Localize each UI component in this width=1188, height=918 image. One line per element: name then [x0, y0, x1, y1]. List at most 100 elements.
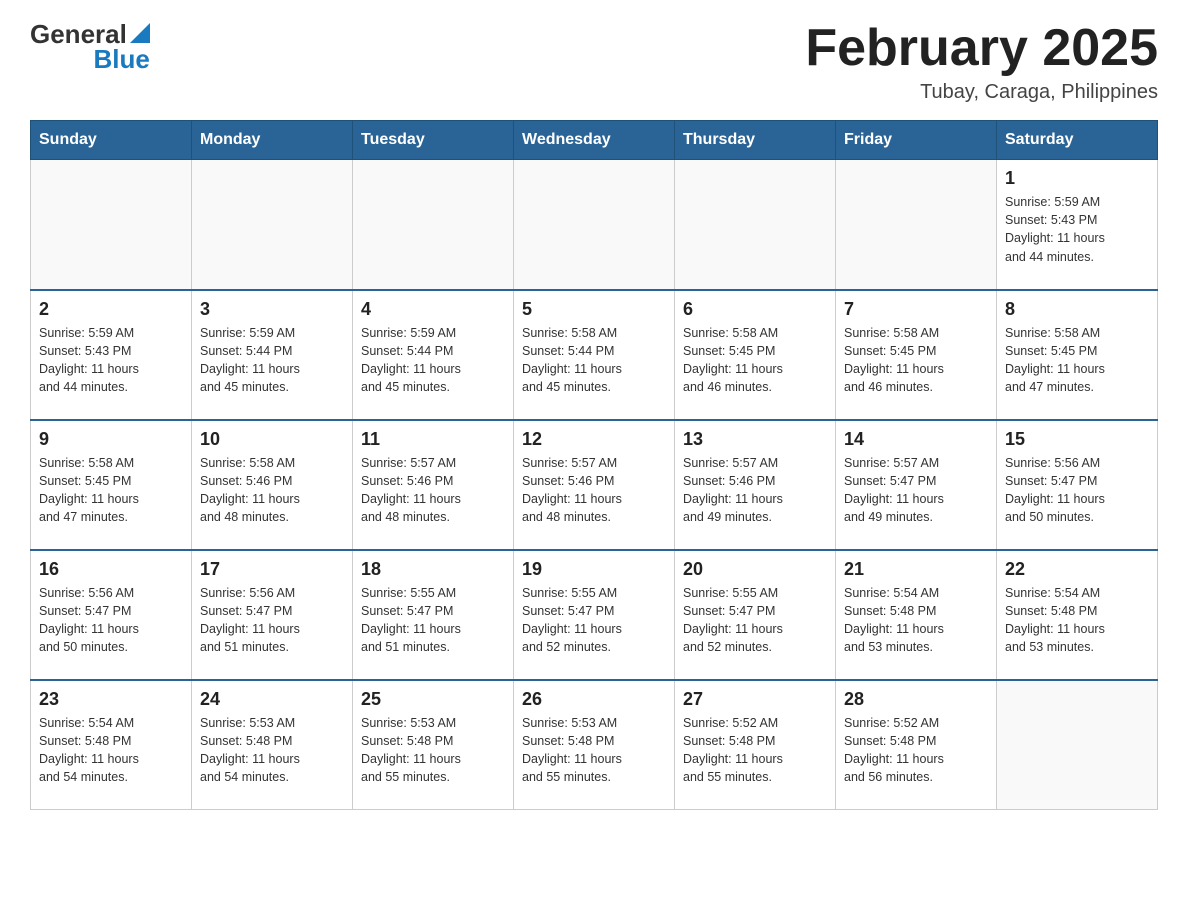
day-number: 15 [1005, 429, 1149, 450]
day-number: 7 [844, 299, 988, 320]
calendar-cell [997, 680, 1158, 810]
calendar-cell [192, 160, 353, 290]
header-saturday: Saturday [997, 121, 1158, 160]
day-info: Sunrise: 5:53 AMSunset: 5:48 PMDaylight:… [361, 714, 505, 787]
day-number: 1 [1005, 168, 1149, 189]
day-number: 16 [39, 559, 183, 580]
calendar-cell: 22 Sunrise: 5:54 AMSunset: 5:48 PMDayligh… [997, 550, 1158, 680]
page-header: General Blue February 2025 Tubay, Caraga… [30, 20, 1158, 104]
day-info: Sunrise: 5:52 AMSunset: 5:48 PMDaylight:… [683, 714, 827, 787]
day-number: 22 [1005, 559, 1149, 580]
calendar-cell: 5 Sunrise: 5:58 AMSunset: 5:44 PMDaylight… [514, 290, 675, 420]
day-number: 4 [361, 299, 505, 320]
day-number: 20 [683, 559, 827, 580]
day-info: Sunrise: 5:55 AMSunset: 5:47 PMDaylight:… [361, 584, 505, 657]
logo-triangle-icon [130, 23, 150, 43]
calendar-cell: 8 Sunrise: 5:58 AMSunset: 5:45 PMDaylight… [997, 290, 1158, 420]
day-number: 23 [39, 689, 183, 710]
calendar-cell: 15 Sunrise: 5:56 AMSunset: 5:47 PMDayligh… [997, 420, 1158, 550]
calendar-cell: 4 Sunrise: 5:59 AMSunset: 5:44 PMDaylight… [353, 290, 514, 420]
day-number: 14 [844, 429, 988, 450]
day-number: 24 [200, 689, 344, 710]
calendar-cell: 6 Sunrise: 5:58 AMSunset: 5:45 PMDaylight… [675, 290, 836, 420]
day-info: Sunrise: 5:59 AMSunset: 5:44 PMDaylight:… [361, 324, 505, 397]
day-number: 21 [844, 559, 988, 580]
calendar-cell: 28 Sunrise: 5:52 AMSunset: 5:48 PMDayligh… [836, 680, 997, 810]
day-info: Sunrise: 5:56 AMSunset: 5:47 PMDaylight:… [200, 584, 344, 657]
logo-blue-text: Blue [93, 45, 149, 74]
calendar-cell [514, 160, 675, 290]
day-info: Sunrise: 5:59 AMSunset: 5:44 PMDaylight:… [200, 324, 344, 397]
day-info: Sunrise: 5:53 AMSunset: 5:48 PMDaylight:… [522, 714, 666, 787]
header-friday: Friday [836, 121, 997, 160]
day-info: Sunrise: 5:56 AMSunset: 5:47 PMDaylight:… [1005, 454, 1149, 527]
day-number: 8 [1005, 299, 1149, 320]
day-number: 10 [200, 429, 344, 450]
calendar-cell: 17Sunrise: 5:56 AMSunset: 5:47 PMDayligh… [192, 550, 353, 680]
day-number: 5 [522, 299, 666, 320]
day-info: Sunrise: 5:56 AMSunset: 5:47 PMDaylight:… [39, 584, 183, 657]
day-info: Sunrise: 5:59 AMSunset: 5:43 PMDaylight:… [39, 324, 183, 397]
header-tuesday: Tuesday [353, 121, 514, 160]
day-info: Sunrise: 5:59 AMSunset: 5:43 PMDaylight:… [1005, 193, 1149, 266]
day-info: Sunrise: 5:57 AMSunset: 5:46 PMDaylight:… [361, 454, 505, 527]
calendar-cell: 13 Sunrise: 5:57 AMSunset: 5:46 PMDayligh… [675, 420, 836, 550]
day-number: 28 [844, 689, 988, 710]
calendar-cell: 14 Sunrise: 5:57 AMSunset: 5:47 PMDayligh… [836, 420, 997, 550]
calendar-cell: 19Sunrise: 5:55 AMSunset: 5:47 PMDayligh… [514, 550, 675, 680]
day-info: Sunrise: 5:58 AMSunset: 5:45 PMDaylight:… [844, 324, 988, 397]
day-info: Sunrise: 5:54 AMSunset: 5:48 PMDaylight:… [844, 584, 988, 657]
day-info: Sunrise: 5:57 AMSunset: 5:47 PMDaylight:… [844, 454, 988, 527]
day-info: Sunrise: 5:52 AMSunset: 5:48 PMDaylight:… [844, 714, 988, 787]
day-info: Sunrise: 5:57 AMSunset: 5:46 PMDaylight:… [683, 454, 827, 527]
day-number: 27 [683, 689, 827, 710]
calendar-cell [836, 160, 997, 290]
calendar-cell [353, 160, 514, 290]
day-info: Sunrise: 5:58 AMSunset: 5:45 PMDaylight:… [683, 324, 827, 397]
calendar-cell: 20 Sunrise: 5:55 AMSunset: 5:47 PMDayligh… [675, 550, 836, 680]
calendar-week-4: 16 Sunrise: 5:56 AMSunset: 5:47 PMDayligh… [31, 550, 1158, 680]
day-number: 26 [522, 689, 666, 710]
calendar-cell: 11 Sunrise: 5:57 AMSunset: 5:46 PMDayligh… [353, 420, 514, 550]
calendar-table: SundayMondayTuesdayWednesdayThursdayFrid… [30, 120, 1158, 810]
day-number: 12 [522, 429, 666, 450]
calendar-subtitle: Tubay, Caraga, Philippines [805, 81, 1158, 104]
calendar-cell: 24Sunrise: 5:53 AMSunset: 5:48 PMDayligh… [192, 680, 353, 810]
calendar-cell: 3 Sunrise: 5:59 AMSunset: 5:44 PMDaylight… [192, 290, 353, 420]
day-info: Sunrise: 5:54 AMSunset: 5:48 PMDaylight:… [1005, 584, 1149, 657]
calendar-cell: 16 Sunrise: 5:56 AMSunset: 5:47 PMDayligh… [31, 550, 192, 680]
calendar-cell: 12 Sunrise: 5:57 AMSunset: 5:46 PMDayligh… [514, 420, 675, 550]
calendar-cell: 21 Sunrise: 5:54 AMSunset: 5:48 PMDayligh… [836, 550, 997, 680]
day-number: 25 [361, 689, 505, 710]
day-info: Sunrise: 5:54 AMSunset: 5:48 PMDaylight:… [39, 714, 183, 787]
day-info: Sunrise: 5:55 AMSunset: 5:47 PMDaylight:… [683, 584, 827, 657]
day-info: Sunrise: 5:58 AMSunset: 5:45 PMDaylight:… [1005, 324, 1149, 397]
calendar-week-1: 1 Sunrise: 5:59 AMSunset: 5:43 PMDaylight… [31, 160, 1158, 290]
calendar-cell: 1 Sunrise: 5:59 AMSunset: 5:43 PMDaylight… [997, 160, 1158, 290]
day-number: 3 [200, 299, 344, 320]
day-info: Sunrise: 5:55 AMSunset: 5:47 PMDaylight:… [522, 584, 666, 657]
calendar-cell: 18 Sunrise: 5:55 AMSunset: 5:47 PMDayligh… [353, 550, 514, 680]
day-number: 11 [361, 429, 505, 450]
logo: General Blue [30, 20, 150, 73]
day-number: 6 [683, 299, 827, 320]
day-info: Sunrise: 5:57 AMSunset: 5:46 PMDaylight:… [522, 454, 666, 527]
day-number: 13 [683, 429, 827, 450]
header-thursday: Thursday [675, 121, 836, 160]
calendar-cell: 27 Sunrise: 5:52 AMSunset: 5:48 PMDayligh… [675, 680, 836, 810]
calendar-cell: 7 Sunrise: 5:58 AMSunset: 5:45 PMDaylight… [836, 290, 997, 420]
calendar-cell: 10Sunrise: 5:58 AMSunset: 5:46 PMDayligh… [192, 420, 353, 550]
day-info: Sunrise: 5:58 AMSunset: 5:44 PMDaylight:… [522, 324, 666, 397]
calendar-cell: 9Sunrise: 5:58 AMSunset: 5:45 PMDaylight… [31, 420, 192, 550]
calendar-cell [675, 160, 836, 290]
calendar-week-3: 9Sunrise: 5:58 AMSunset: 5:45 PMDaylight… [31, 420, 1158, 550]
calendar-cell [31, 160, 192, 290]
day-number: 18 [361, 559, 505, 580]
calendar-cell: 23 Sunrise: 5:54 AMSunset: 5:48 PMDayligh… [31, 680, 192, 810]
calendar-cell: 26 Sunrise: 5:53 AMSunset: 5:48 PMDayligh… [514, 680, 675, 810]
calendar-cell: 25 Sunrise: 5:53 AMSunset: 5:48 PMDayligh… [353, 680, 514, 810]
calendar-week-2: 2Sunrise: 5:59 AMSunset: 5:43 PMDaylight… [31, 290, 1158, 420]
title-block: February 2025 Tubay, Caraga, Philippines [805, 20, 1158, 104]
calendar-title: February 2025 [805, 20, 1158, 77]
header-sunday: Sunday [31, 121, 192, 160]
